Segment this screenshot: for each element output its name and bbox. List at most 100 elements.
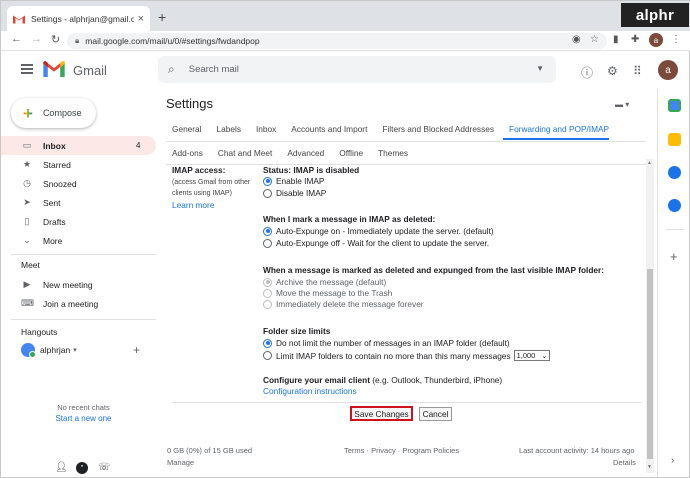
configuration-instructions-link[interactable]: Configuration instructions — [263, 386, 357, 396]
cancel-button[interactable]: Cancel — [419, 407, 452, 421]
tab-offline[interactable]: Offline — [333, 142, 363, 164]
trash-icon[interactable]: ▮ — [613, 34, 619, 45]
radio-button[interactable] — [263, 238, 272, 248]
message-limit-select[interactable]: 1,000 ⌄ — [513, 350, 551, 361]
search-icon[interactable]: ⌕ — [168, 62, 175, 77]
bookmark-star-icon[interactable]: ☆ — [590, 34, 599, 45]
search-bar[interactable]: ⌕ Search mail ▼ — [158, 56, 556, 83]
star-icon: ★ — [22, 159, 32, 169]
delete-forever-option[interactable]: Immediately delete the message forever — [263, 299, 424, 309]
no-recent-chats: No recent chats — [57, 403, 110, 412]
compose-button[interactable]: + Compose — [11, 98, 96, 128]
configure-examples: (e.g. Outlook, Thunderbird, iPhone) — [372, 375, 503, 385]
chevron-down-icon[interactable]: ▾ — [73, 346, 77, 354]
gear-icon[interactable]: ⚙ — [607, 64, 618, 78]
radio-button[interactable] — [263, 299, 272, 309]
search-options-icon[interactable]: ▼ — [536, 64, 544, 73]
add-addon-icon[interactable]: + — [670, 249, 678, 264]
sidebar-item-more[interactable]: ⌄ More — [1, 231, 151, 250]
contacts-icon[interactable] — [668, 199, 681, 212]
terms-link[interactable]: Terms — [344, 446, 364, 455]
tab-labels[interactable]: Labels — [211, 118, 241, 140]
help-icon[interactable]: ⓘ — [581, 64, 593, 81]
footer-links: Terms · Privacy · Program Policies — [344, 446, 459, 455]
new-tab-button[interactable]: + — [158, 9, 166, 25]
auto-expunge-on-option[interactable]: Auto-Expunge on - Immediately update the… — [263, 226, 494, 236]
sidebar-item-sent[interactable]: ➤ Sent — [1, 193, 151, 212]
archive-option[interactable]: Archive the message (default) — [263, 277, 386, 287]
calendar-icon[interactable] — [668, 99, 681, 112]
learn-more-link[interactable]: Learn more — [172, 200, 214, 210]
phone-icon[interactable]: ☏ — [98, 462, 111, 473]
tab-advanced[interactable]: Advanced — [281, 142, 324, 164]
search-input[interactable]: Search mail — [189, 64, 239, 75]
limit-folders-option[interactable]: Limit IMAP folders to contain no more th… — [263, 350, 551, 361]
radio-button[interactable] — [263, 277, 272, 287]
manage-storage-link[interactable]: Manage — [167, 458, 194, 467]
scroll-down-arrow-icon[interactable]: ▼ — [647, 464, 652, 470]
person-icon[interactable]: 👤︎ — [55, 462, 68, 473]
auto-expunge-off-option[interactable]: Auto-Expunge off - Wait for the client t… — [263, 238, 489, 248]
tab-accounts-and-import[interactable]: Accounts and Import — [285, 118, 367, 140]
eye-icon[interactable]: ◉ — [572, 34, 581, 45]
no-limit-option[interactable]: Do not limit the number of messages in a… — [263, 338, 510, 348]
chat-icon[interactable]: " — [76, 462, 88, 474]
radio-button[interactable] — [263, 351, 272, 360]
address-bar[interactable]: 🔒︎ mail.google.com/mail/u/0/#settings/fw… — [67, 33, 607, 49]
sidebar-item-join-meeting[interactable]: ⌨ Join a meeting — [1, 294, 151, 313]
radio-button[interactable] — [263, 226, 272, 236]
reload-icon[interactable]: ↻ — [51, 33, 60, 46]
side-panel-divider — [666, 229, 684, 230]
scroll-up-arrow-icon[interactable]: ▲ — [647, 160, 652, 166]
chevron-right-icon[interactable]: › — [671, 455, 674, 466]
separator: · — [397, 446, 401, 455]
sidebar-item-drafts[interactable]: ▯ Drafts — [1, 212, 151, 231]
apps-grid-icon[interactable]: ⠿ — [633, 64, 642, 78]
program-policies-link[interactable]: Program Policies — [402, 446, 459, 455]
keep-icon[interactable] — [668, 133, 681, 146]
tab-themes[interactable]: Themes — [372, 142, 408, 164]
radio-button[interactable] — [263, 188, 272, 198]
tab-chat-and-meet[interactable]: Chat and Meet — [212, 142, 272, 164]
radio-button[interactable] — [263, 338, 272, 348]
start-new-chat-link[interactable]: Start a new one — [1, 414, 166, 423]
tasks-icon[interactable] — [668, 166, 681, 179]
browser-profile-avatar[interactable]: a — [649, 33, 663, 47]
sidebar-item-new-meeting[interactable]: ▶ New meeting — [1, 275, 151, 294]
alphr-watermark-logo: alphr — [621, 3, 689, 27]
browser-window: Settings - alphrjan@gmail.com - × + alph… — [0, 0, 690, 478]
sidebar-item-snoozed[interactable]: ◷ Snoozed — [1, 174, 151, 193]
save-changes-button[interactable]: Save Changes — [350, 406, 413, 421]
hangouts-avatar — [21, 343, 36, 358]
disable-imap-option[interactable]: Disable IMAP — [263, 188, 326, 198]
gmail-logo-icon[interactable] — [43, 61, 65, 77]
tab-inbox[interactable]: Inbox — [250, 118, 276, 140]
clock-icon: ◷ — [23, 178, 31, 188]
tab-forwarding-pop-imap[interactable]: Forwarding and POP/IMAP — [503, 118, 610, 140]
enable-imap-option[interactable]: Enable IMAP — [263, 176, 324, 186]
browser-tab[interactable]: Settings - alphrjan@gmail.com - × — [7, 6, 150, 31]
main-menu-icon[interactable] — [21, 64, 33, 74]
account-avatar[interactable]: a — [658, 60, 678, 80]
tab-general[interactable]: General — [166, 118, 202, 140]
hangouts-user[interactable]: alphrjan ▾ — [21, 343, 77, 358]
tab-add-ons[interactable]: Add-ons — [166, 142, 203, 164]
meet-heading: Meet — [21, 260, 40, 270]
back-arrow-icon[interactable]: ← — [11, 33, 22, 45]
keyboard-settings-icon[interactable]: ▬ ▾ — [615, 100, 629, 109]
extension-icon[interactable]: ✚ — [631, 34, 639, 45]
sidebar-item-label: New meeting — [43, 279, 93, 290]
details-link[interactable]: Details — [613, 458, 636, 467]
forward-arrow-icon[interactable]: → — [31, 33, 42, 45]
radio-button[interactable] — [263, 288, 272, 298]
tab-filters[interactable]: Filters and Blocked Addresses — [376, 118, 494, 140]
privacy-link[interactable]: Privacy — [371, 446, 396, 455]
browser-menu-icon[interactable]: ⋮ — [671, 34, 681, 45]
scrollbar-thumb[interactable] — [647, 269, 653, 459]
move-trash-option[interactable]: Move the message to the Trash — [263, 288, 392, 298]
sidebar-item-inbox[interactable]: ▭ Inbox 4 — [1, 136, 156, 155]
close-tab-icon[interactable]: × — [138, 13, 144, 25]
add-chat-button[interactable]: + — [133, 343, 140, 357]
radio-button[interactable] — [263, 176, 272, 186]
sidebar-item-starred[interactable]: ★ Starred — [1, 155, 151, 174]
